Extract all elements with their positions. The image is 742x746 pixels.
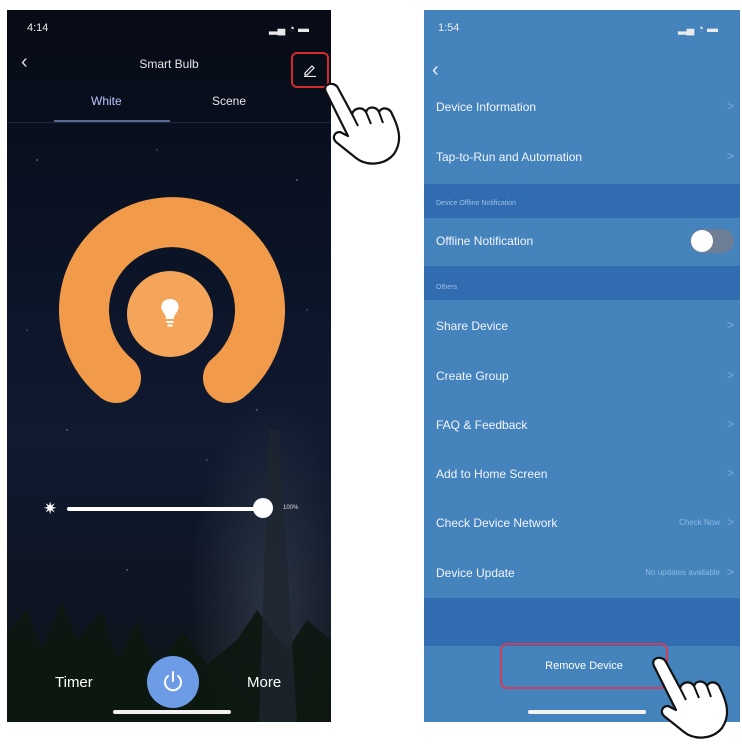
power-button[interactable]	[147, 656, 199, 708]
page-title: Smart Bulb	[139, 57, 199, 71]
row-create-group[interactable]: Create Group >	[424, 353, 740, 401]
row-add-to-home-screen[interactable]: Add to Home Screen >	[424, 451, 740, 499]
row-value: Check Now	[679, 518, 720, 527]
bulb-icon	[161, 299, 179, 327]
row-label: Offline Notification	[436, 234, 534, 248]
offline-notification-toggle[interactable]	[690, 229, 734, 253]
row-label: Create Group	[436, 369, 509, 383]
brightness-value: 100%	[283, 505, 299, 511]
pencil-icon	[304, 65, 316, 77]
chevron-right-icon: >	[726, 466, 734, 480]
row-label: Add to Home Screen	[436, 467, 548, 481]
status-icons: ▂▄ ◔ ▬	[678, 23, 719, 35]
tab-scene[interactable]: Scene	[212, 94, 246, 108]
device-settings-screen: 1:54 ▂▄ ◔ ▬ ‹ Device Information > Tap-t…	[424, 10, 740, 722]
chevron-right-icon: >	[726, 318, 734, 332]
row-label: Tap-to-Run and Automation	[436, 150, 583, 164]
home-indicator	[113, 710, 231, 714]
power-icon	[164, 671, 182, 692]
chevron-right-icon: >	[726, 417, 734, 431]
status-time: 1:54	[438, 22, 460, 34]
tabs-divider	[7, 122, 331, 123]
section-header: Others	[436, 284, 458, 291]
mode-tabs: White Scene	[7, 94, 331, 122]
remove-device-label: Remove Device	[545, 660, 623, 672]
bulb-toggle[interactable]	[127, 271, 213, 357]
brightness-slider[interactable]	[67, 507, 263, 511]
row-check-device-network[interactable]: Check Device Network Check Now >	[424, 500, 740, 548]
row-label: Device Information	[436, 100, 537, 114]
brightness-slider-knob[interactable]	[253, 498, 273, 518]
status-time: 4:14	[27, 22, 49, 34]
row-label: Device Update	[436, 566, 515, 580]
toggle-knob	[691, 230, 713, 252]
sun-icon: ✷	[43, 499, 58, 518]
row-value: No updates available	[645, 568, 720, 577]
status-icons: ▂▄ ◔ ▬	[269, 23, 310, 35]
more-button[interactable]: More	[247, 674, 281, 691]
section-others: Others	[424, 266, 740, 300]
section-header: Device Offline Notification	[436, 200, 517, 207]
row-tap-to-run[interactable]: Tap-to-Run and Automation >	[424, 134, 740, 182]
tab-white[interactable]: White	[91, 94, 122, 108]
row-device-update[interactable]: Device Update No updates available >	[424, 550, 740, 598]
row-label: FAQ & Feedback	[436, 418, 528, 432]
chevron-right-icon: >	[726, 99, 734, 113]
chevron-right-icon: >	[726, 565, 734, 579]
remove-device-button[interactable]: Remove Device	[500, 643, 668, 689]
timer-button[interactable]: Timer	[55, 674, 93, 691]
chevron-right-icon: >	[726, 368, 734, 382]
row-device-information[interactable]: Device Information >	[424, 84, 740, 132]
section-offline-notification: Device Offline Notification	[424, 184, 740, 218]
pointing-hand-icon	[652, 656, 729, 739]
pointing-hand-icon	[324, 82, 401, 165]
section-spacer	[424, 598, 740, 646]
chevron-right-icon: >	[726, 515, 734, 529]
smart-bulb-screen: 4:14 ▂▄ ◔ ▬ ‹ Smart Bulb White Scene ✷ 1…	[7, 10, 331, 722]
row-label: Check Device Network	[436, 516, 558, 530]
chevron-right-icon: >	[726, 149, 734, 163]
row-share-device[interactable]: Share Device >	[424, 303, 740, 351]
row-label: Share Device	[436, 319, 509, 333]
row-faq-feedback[interactable]: FAQ & Feedback >	[424, 402, 740, 450]
back-button[interactable]: ‹	[432, 60, 439, 80]
home-indicator	[528, 710, 646, 714]
